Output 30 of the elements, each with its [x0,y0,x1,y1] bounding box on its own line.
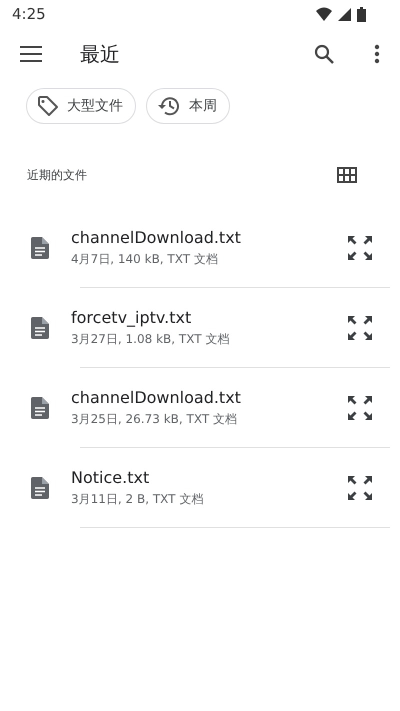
wifi-icon [316,7,332,21]
file-details: 3月11日, 2 B, TXT 文档 [71,491,204,508]
signal-icon [338,8,351,20]
expand-icon[interactable] [347,315,373,341]
document-icon [31,477,49,499]
battery-icon [357,6,366,22]
file-details: 3月27日, 1.08 kB, TXT 文档 [71,331,230,348]
document-icon [31,317,49,339]
tag-icon [37,95,59,117]
file-name[interactable]: Notice.txt [71,468,347,487]
toolbar-title: 最近 [80,40,121,68]
more-icon[interactable] [374,44,380,64]
menu-icon[interactable] [20,46,42,62]
filter-chip[interactable]: 大型文件 [26,88,136,124]
file-name[interactable]: channelDownload.txt [71,228,347,247]
expand-icon[interactable] [347,235,373,261]
file-details: 4月7日, 140 kB, TXT 文档 [71,251,219,268]
document-icon [31,397,49,419]
expand-icon[interactable] [347,475,373,501]
document-icon [31,237,49,259]
filter-chip[interactable]: 本周 [146,88,230,124]
status-time: 4:25 [12,5,46,23]
file-name[interactable]: channelDownload.txt [71,388,347,407]
file-details: 3月25日, 26.73 kB, TXT 文档 [71,411,238,428]
grid-view-icon[interactable] [337,167,357,183]
history-icon [157,95,181,117]
section-title: 近期的文件 [27,166,87,184]
expand-icon[interactable] [347,395,373,421]
file-name[interactable]: forcetv_iptv.txt [71,308,347,327]
search-icon[interactable] [314,44,334,64]
